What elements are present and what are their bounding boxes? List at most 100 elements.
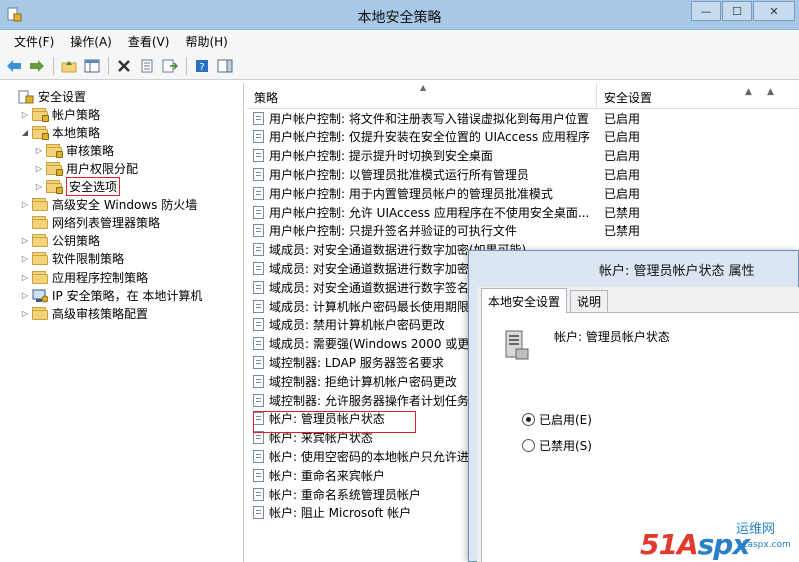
expand-arrow-icon[interactable]: ▷: [34, 164, 44, 173]
tree-item-label: IP 安全策略，在 本地计算机: [52, 288, 203, 303]
scroll-up-icon[interactable]: ▲: [767, 87, 774, 97]
policy-name: 用户帐户控制: 提示提升时切换到安全桌面: [269, 149, 493, 164]
menu-action[interactable]: 操作(A): [62, 33, 120, 50]
properties-icon: [141, 59, 153, 72]
delete-button[interactable]: [113, 55, 135, 77]
expand-arrow-icon[interactable]: ▷: [34, 146, 44, 155]
column-header-policy[interactable]: 策略: [254, 89, 278, 106]
expand-arrow-icon[interactable]: ▷: [34, 182, 44, 191]
tree-item[interactable]: ▷ 软件限制策略: [20, 250, 124, 268]
svg-text:?: ?: [199, 62, 204, 73]
tree-item[interactable]: ▷ 高级安全 Windows 防火墙: [20, 196, 197, 214]
up-level-button[interactable]: [58, 55, 80, 77]
console-tree: 安全设置 ▷ 帐户策略 ◢ 本地策略 ▷ 审核策略 ▷ 用户权限分配 ▷ 安全选项 ▷ 高级安全 Win…: [0, 83, 244, 562]
maximize-button[interactable]: ☐: [722, 1, 752, 21]
radio-enabled-indicator[interactable]: [522, 413, 535, 426]
tree-item[interactable]: ▷ 公钥策略: [20, 232, 100, 250]
forward-button[interactable]: [26, 55, 48, 77]
tree-item[interactable]: 安全设置: [6, 87, 86, 105]
action-pane-icon: [217, 59, 233, 72]
policy-icon: [253, 468, 266, 482]
forward-arrow-icon: [30, 59, 44, 72]
table-row[interactable]: 用户帐户控制: 以管理员批准模式运行所有管理员 已启用: [253, 165, 783, 183]
policy-icon: [253, 487, 266, 501]
table-row[interactable]: 用户帐户控制: 只提升签名并验证的可执行文件 已禁用: [253, 222, 783, 240]
menu-help[interactable]: 帮助(H): [177, 33, 235, 50]
expanded-arrow-icon[interactable]: ◢: [20, 128, 30, 137]
watermark-brand: 51Aspx: [640, 528, 750, 561]
policy-name: 用户帐户控制: 用于内置管理员帐户的管理员批准模式: [269, 186, 553, 201]
column-header-setting[interactable]: 安全设置: [604, 89, 652, 106]
policy-icon: [253, 374, 266, 388]
close-button[interactable]: ✕: [753, 1, 795, 21]
security-setting-value: 已启用: [604, 186, 641, 201]
table-row[interactable]: 用户帐户控制: 用于内置管理员帐户的管理员批准模式 已启用: [253, 184, 783, 202]
tree-item[interactable]: 网络列表管理器策略: [20, 214, 160, 232]
security-setting-value: 已启用: [604, 167, 641, 182]
policy-name: 用户帐户控制: 将文件和注册表写入错误虚拟化到每用户位置: [269, 111, 589, 126]
radio-enabled[interactable]: 已启用(E): [522, 411, 592, 428]
tree-item[interactable]: ▷ 审核策略: [34, 141, 114, 159]
locked-folder-icon: [46, 161, 63, 176]
expand-arrow-icon[interactable]: ▷: [20, 110, 30, 119]
policy-icon: [253, 506, 266, 520]
policy-icon: [253, 337, 266, 351]
expand-arrow-icon[interactable]: ▷: [20, 200, 30, 209]
column-divider[interactable]: [596, 83, 597, 109]
tree-item[interactable]: ▷ IP 安全策略，在 本地计算机: [20, 286, 202, 304]
folder-icon: [32, 234, 48, 248]
folder-icon: [32, 270, 48, 284]
menu-file[interactable]: 文件(F): [6, 33, 62, 50]
toolbar: ?: [0, 52, 799, 80]
export-list-button[interactable]: [159, 55, 181, 77]
expand-arrow-icon[interactable]: ▷: [20, 309, 30, 318]
tree-item[interactable]: ◢ 本地策略: [20, 123, 100, 141]
dialog-title: 帐户: 管理员帐户状态 属性: [599, 264, 755, 279]
back-button[interactable]: [3, 55, 25, 77]
tree-item[interactable]: ▷ 应用程序控制策略: [20, 268, 148, 286]
locked-folder-icon: [46, 143, 63, 158]
tab-explain[interactable]: 说明: [570, 290, 609, 312]
table-row[interactable]: 用户帐户控制: 允许 UIAccess 应用程序在不使用安全桌面... 已禁用: [253, 203, 783, 221]
watermark-cn: 运维网: [736, 522, 776, 537]
table-row[interactable]: 用户帐户控制: 将文件和注册表写入错误虚拟化到每用户位置 已启用: [253, 109, 783, 127]
export-icon: [162, 59, 178, 72]
tree-item[interactable]: ▷ 用户权限分配: [34, 159, 138, 177]
policy-icon: [253, 149, 266, 163]
tree-item-label: 用户权限分配: [66, 161, 139, 176]
radio-disabled-indicator[interactable]: [522, 439, 535, 452]
policy-icon: [253, 355, 266, 369]
expand-arrow-icon[interactable]: ▷: [20, 236, 30, 245]
tree-item[interactable]: ▷ 帐户策略: [20, 105, 100, 123]
title-bar: 本地安全策略 — ☐ ✕: [0, 0, 799, 30]
show-action-pane-button[interactable]: [214, 55, 236, 77]
tree-item[interactable]: ▷ 高级审核策略配置: [20, 304, 148, 322]
properties-button[interactable]: [136, 55, 158, 77]
policy-name: 用户帐户控制: 以管理员批准模式运行所有管理员: [269, 167, 529, 182]
policy-icon: [253, 261, 266, 275]
expand-arrow-icon[interactable]: ▷: [20, 254, 30, 263]
tree-item[interactable]: ▷ 安全选项: [34, 177, 121, 196]
policy-icon: [253, 167, 266, 181]
minimize-button[interactable]: —: [691, 1, 721, 21]
menu-view[interactable]: 查看(V): [120, 33, 178, 50]
folder-icon: [32, 198, 48, 212]
scroll-up-icon[interactable]: ▲: [745, 87, 752, 97]
expand-arrow-icon[interactable]: ▷: [20, 291, 30, 300]
expand-arrow-icon[interactable]: ▷: [20, 273, 30, 282]
tree-item-label: 高级审核策略配置: [52, 306, 149, 321]
tree-item-label: 公钥策略: [52, 234, 101, 249]
folder-icon: [32, 216, 48, 230]
tab-local-security-setting[interactable]: 本地安全设置: [481, 288, 568, 313]
help-button[interactable]: ?: [191, 55, 213, 77]
table-row[interactable]: 用户帐户控制: 仅提升安装在安全位置的 UIAccess 应用程序 已启用: [253, 128, 783, 146]
table-row[interactable]: 用户帐户控制: 提示提升时切换到安全桌面 已启用: [253, 147, 783, 165]
locked-folder-icon: [32, 107, 49, 122]
security-settings-icon: [18, 90, 34, 103]
server-computer-icon: [505, 330, 529, 360]
radio-disabled[interactable]: 已禁用(S): [522, 437, 592, 454]
policy-icon: [253, 130, 266, 144]
security-setting-value: 已启用: [604, 149, 641, 164]
show-tree-button[interactable]: [81, 55, 103, 77]
tree-item-label: 高级安全 Windows 防火墙: [52, 198, 198, 213]
